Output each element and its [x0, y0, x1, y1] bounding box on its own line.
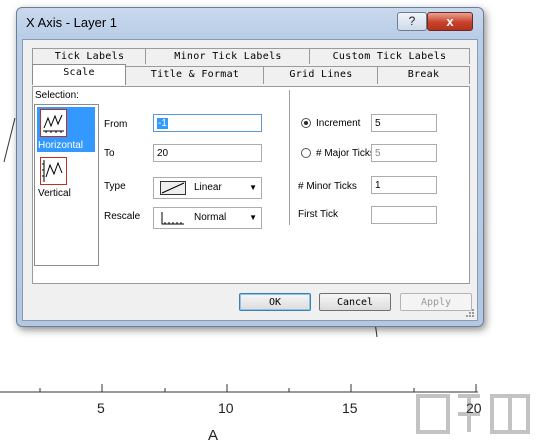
selection-item-horizontal[interactable]: Horizontal [37, 107, 95, 152]
increment-radio[interactable] [301, 118, 311, 128]
rescale-value: Normal [194, 212, 227, 223]
selection-item-label: Horizontal [38, 140, 84, 151]
tab-grid-lines[interactable]: Grid Lines [263, 66, 379, 84]
tab-custom-tick-labels[interactable]: Custom Tick Labels [309, 48, 470, 64]
tab-break[interactable]: Break [377, 66, 470, 84]
from-input[interactable]: -1 [153, 114, 262, 132]
watermark-logo [416, 394, 530, 434]
rescale-icon [161, 212, 184, 225]
tab-title-format[interactable]: Title & Format [125, 66, 265, 84]
resize-grip-icon[interactable] [465, 308, 475, 318]
divider [289, 90, 290, 225]
from-value: -1 [157, 118, 168, 129]
scale-panel: Selection: Horizontal Vertical From -1 T… [32, 86, 470, 284]
dialog-client-area: Tick Labels Minor Tick Labels Custom Tic… [22, 39, 478, 321]
selection-label: Selection: [35, 90, 79, 101]
linear-scale-icon [160, 181, 186, 195]
rescale-label: Rescale [104, 211, 141, 222]
help-button[interactable]: ? [397, 12, 427, 31]
x-tick-label: 10 [218, 400, 234, 416]
apply-button[interactable]: Apply [400, 293, 472, 311]
selection-item-label: Vertical [38, 188, 71, 199]
cancel-button[interactable]: Cancel [319, 293, 391, 311]
ok-button[interactable]: OK [239, 293, 311, 311]
major-ticks-input[interactable]: 5 [371, 144, 437, 162]
x-axis-dialog: X Axis - Layer 1 ? x Tick Labels Minor T… [16, 7, 484, 327]
chevron-down-icon: ▼ [249, 213, 257, 222]
selection-list[interactable]: Horizontal Vertical [34, 104, 99, 266]
tab-tick-labels[interactable]: Tick Labels [32, 48, 147, 64]
tab-scale[interactable]: Scale [32, 64, 126, 85]
close-button[interactable]: x [427, 12, 473, 31]
increment-label: Increment [316, 118, 361, 129]
type-label: Type [104, 181, 126, 192]
chevron-down-icon: ▼ [249, 183, 257, 192]
x-tick-label: 15 [342, 400, 358, 416]
horizontal-axis-icon [40, 109, 67, 137]
x-axis-title: A [208, 427, 219, 444]
major-ticks-radio[interactable] [301, 148, 311, 158]
to-input[interactable]: 20 [153, 144, 262, 162]
vertical-axis-icon [40, 157, 67, 185]
rescale-select[interactable]: Normal ▼ [153, 207, 262, 229]
plot-line-segment [3, 117, 16, 163]
major-ticks-label: # Major Ticks [316, 148, 375, 159]
from-label: From [104, 119, 128, 130]
first-tick-input[interactable] [371, 206, 437, 224]
to-label: To [104, 148, 115, 159]
minor-ticks-label: # Minor Ticks [298, 181, 357, 192]
first-tick-label: First Tick [298, 209, 338, 220]
dialog-title: X Axis - Layer 1 [26, 15, 118, 30]
minor-ticks-input[interactable]: 1 [371, 176, 437, 194]
selection-item-vertical[interactable]: Vertical [37, 155, 95, 200]
increment-input[interactable]: 5 [371, 114, 437, 132]
x-tick-label: 5 [97, 400, 105, 416]
type-select[interactable]: Linear ▼ [153, 177, 262, 199]
tab-minor-tick-labels[interactable]: Minor Tick Labels [145, 48, 311, 64]
type-value: Linear [194, 182, 222, 193]
